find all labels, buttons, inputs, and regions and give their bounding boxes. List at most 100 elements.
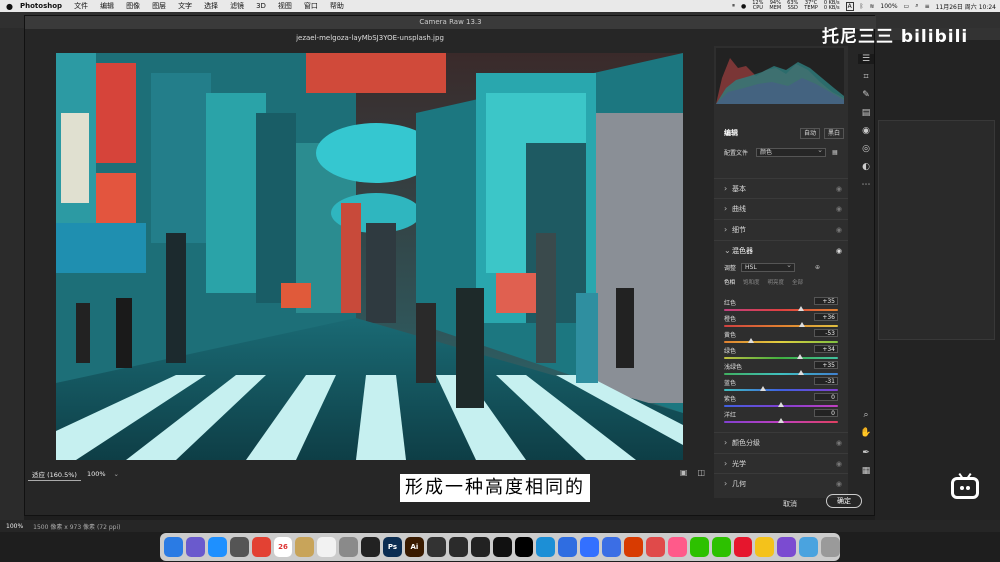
tab-all[interactable]: 全部 (792, 278, 803, 286)
capcut-icon[interactable] (514, 537, 534, 557)
slider-thumb[interactable] (797, 370, 804, 375)
search-icon[interactable]: ⌕ (915, 2, 918, 10)
profile-browser-icon[interactable]: ▦ (832, 149, 838, 156)
music-icon[interactable] (667, 537, 687, 557)
before-after-icon[interactable]: ◫ (697, 468, 705, 477)
menu-file[interactable]: 文件 (74, 1, 88, 11)
section-color-mixer[interactable]: ⌄ 混色器 ◉ (714, 240, 848, 260)
slider-value[interactable]: 0 (814, 393, 838, 401)
purple-icon[interactable] (777, 537, 797, 557)
slider-thumb[interactable] (798, 322, 805, 327)
clock[interactable]: 11月26日 周六 10:24 (936, 2, 996, 11)
battery[interactable]: 100% (880, 3, 897, 10)
tab-hue[interactable]: 色相 (724, 278, 735, 286)
menu-3d[interactable]: 3D (256, 2, 266, 10)
section-color-grading[interactable]: › 颜色分级 ◉ (714, 432, 848, 452)
slider-thumb[interactable] (797, 354, 804, 359)
slider-thumb[interactable] (778, 402, 784, 407)
slider-value[interactable]: 0 (814, 409, 838, 417)
menu-layer[interactable]: 图层 (152, 1, 166, 11)
section-optics[interactable]: › 光学 ◉ (714, 453, 848, 473)
hand-tool-icon[interactable]: ✋ (858, 428, 874, 438)
chrome-icon[interactable] (251, 537, 271, 557)
eye-icon[interactable]: ◉ (836, 480, 842, 488)
profile-select[interactable]: 颜色 (756, 147, 827, 157)
fit-zoom-button[interactable]: 适应 (160.5%) (28, 468, 81, 481)
slider-value[interactable]: +35 (814, 297, 838, 305)
bw-button[interactable]: 黑白 (823, 127, 844, 139)
qq-music-icon[interactable] (755, 537, 775, 557)
ps-zoom[interactable]: 100% (6, 523, 23, 530)
section-detail[interactable]: › 细节 ◉ (714, 219, 848, 239)
memo-icon[interactable] (317, 537, 337, 557)
adjust-select[interactable]: HSL (741, 262, 796, 272)
slider-value[interactable]: -31 (814, 377, 838, 385)
sampler-icon[interactable]: ✒ (858, 448, 874, 458)
notes-icon[interactable] (295, 537, 315, 557)
safari-icon[interactable] (207, 537, 227, 557)
slider-thumb[interactable] (747, 338, 754, 343)
finder-icon[interactable] (164, 537, 183, 557)
eye-icon[interactable]: ◉ (836, 460, 842, 468)
input-mode[interactable]: A (845, 1, 854, 11)
baidu-icon[interactable] (602, 537, 622, 557)
wechat-tray-icon[interactable]: ● (741, 3, 746, 10)
eye-icon[interactable]: ◉ (836, 439, 842, 447)
pause-icon[interactable]: ⏸ (732, 2, 735, 10)
image-capture-icon[interactable] (799, 537, 819, 557)
wechat-work-icon[interactable] (711, 537, 731, 557)
radial-icon[interactable]: ◉ (858, 126, 874, 136)
eye-icon[interactable]: ◉ (836, 205, 842, 213)
dingtalk-icon[interactable] (645, 537, 665, 557)
target-adjust-icon[interactable]: ⊕ (815, 264, 820, 271)
wechat-icon[interactable] (689, 537, 709, 557)
slider-value[interactable]: +35 (814, 361, 838, 369)
pen-icon[interactable] (361, 537, 381, 557)
menu-type[interactable]: 文字 (178, 1, 192, 11)
dark-icon[interactable] (492, 537, 512, 557)
slider-thumb[interactable] (797, 306, 804, 311)
slider-thumb[interactable] (760, 386, 767, 391)
obs-icon[interactable] (470, 537, 490, 557)
section-geometry[interactable]: › 几何 ◉ (714, 473, 848, 493)
system-prefs-icon[interactable] (339, 537, 359, 557)
redeye-icon[interactable]: ◎ (858, 144, 874, 154)
slider-thumb[interactable] (778, 418, 784, 423)
menu-help[interactable]: 帮助 (330, 1, 344, 11)
more-icon[interactable]: ⋯ (858, 180, 874, 190)
eye-icon[interactable]: ◉ (836, 185, 842, 193)
edit-sliders-icon[interactable]: ☰ (858, 54, 874, 64)
launchpad-icon[interactable] (185, 537, 205, 557)
menu-select[interactable]: 选择 (204, 1, 218, 11)
slider-value[interactable]: -53 (814, 329, 838, 337)
weibo-icon[interactable] (733, 537, 753, 557)
crop-view-icon[interactable]: ▣ (680, 468, 688, 477)
calendar-icon[interactable]: 26 (273, 537, 293, 557)
menu-edit[interactable]: 编辑 (100, 1, 114, 11)
grid-icon[interactable]: ▦ (858, 466, 874, 476)
heal-icon[interactable]: ✎ (858, 90, 874, 100)
crop-icon[interactable]: ⌗ (858, 72, 874, 82)
menu-view[interactable]: 视图 (278, 1, 292, 11)
wifi-icon[interactable]: ≋ (869, 3, 874, 10)
control-center-icon[interactable]: ≡ (925, 3, 930, 10)
cancel-button[interactable]: 取消 (783, 499, 797, 509)
apple-menu-icon[interactable]: ● (6, 2, 16, 11)
menu-image[interactable]: 图像 (126, 1, 140, 11)
menu-filter[interactable]: 滤镜 (230, 1, 244, 11)
bluetooth-icon[interactable]: ᛒ (860, 3, 864, 10)
presets-icon[interactable]: ◐ (858, 162, 874, 172)
feishu-icon[interactable] (580, 537, 600, 557)
ok-button[interactable]: 确定 (826, 494, 862, 508)
eye-icon[interactable]: ◉ (836, 247, 842, 255)
mask-icon[interactable]: ▤ (858, 108, 874, 118)
screenshot-icon[interactable] (229, 537, 249, 557)
trash-icon[interactable] (821, 537, 841, 557)
slider-value[interactable]: +36 (814, 313, 838, 321)
eye-icon[interactable]: ◉ (836, 226, 842, 234)
edge-icon[interactable] (536, 537, 556, 557)
slider-value[interactable]: +34 (814, 345, 838, 353)
section-curve[interactable]: › 曲线 ◉ (714, 198, 848, 218)
zoom-100-button[interactable]: 100% ⌄ (87, 470, 119, 478)
upload-icon[interactable] (558, 537, 578, 557)
